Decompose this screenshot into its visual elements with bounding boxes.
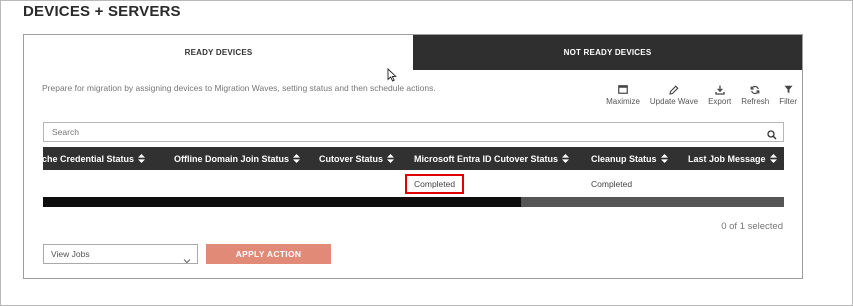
maximize-label: Maximize (606, 97, 640, 106)
maximize-icon (618, 84, 628, 95)
download-icon (714, 84, 725, 95)
sort-icon (293, 154, 301, 163)
update-wave-label: Update Wave (649, 97, 699, 106)
column-header-last-job-message[interactable]: Last Job Message (688, 147, 777, 170)
search-input[interactable] (44, 123, 759, 141)
tab-bar: READY DEVICES NOT READY DEVICES (24, 35, 802, 70)
column-header-cache-credential-status[interactable]: ache Credential Status (43, 147, 146, 170)
export-button[interactable]: Export (703, 84, 736, 108)
filter-label: Filter (779, 97, 797, 106)
column-header-cleanup-status[interactable]: Cleanup Status (591, 147, 668, 170)
edit-icon (669, 84, 679, 95)
update-wave-button[interactable]: Update Wave (645, 84, 703, 108)
search-bar (43, 122, 784, 142)
cell-cleanup-status: Completed (591, 178, 633, 189)
column-header-offline-domain-join-status[interactable]: Offline Domain Join Status (174, 147, 301, 170)
chevron-down-icon (183, 251, 191, 269)
column-header-label: Offline Domain Join Status (174, 153, 290, 164)
sort-icon (660, 154, 668, 163)
highlighted-status: Completed (405, 173, 465, 194)
maximize-button[interactable]: Maximize (601, 84, 645, 108)
tab-not-ready-devices[interactable]: NOT READY DEVICES (413, 35, 802, 70)
scrollbar-thumb[interactable] (43, 197, 521, 207)
table-toolbar: Maximize Update Wave Export Refresh Filt… (601, 84, 802, 108)
sort-icon (387, 154, 395, 163)
refresh-label: Refresh (741, 97, 770, 106)
page-title: DEVICES + SERVERS (23, 3, 181, 20)
panel-description: Prepare for migration by assigning devic… (42, 83, 436, 93)
table-header: ache Credential Status Offline Domain Jo… (43, 147, 784, 170)
column-header-label: ache Credential Status (43, 153, 135, 164)
column-header-microsoft-entra-id-cutover-status[interactable]: Microsoft Entra ID Cutover Status (414, 147, 570, 170)
sort-icon (769, 154, 777, 163)
column-header-label: Cutover Status (319, 153, 384, 164)
horizontal-scrollbar[interactable] (43, 197, 784, 207)
selection-count: 0 of 1 selected (721, 221, 783, 232)
tab-ready-devices[interactable]: READY DEVICES (24, 35, 413, 70)
column-header-label: Microsoft Entra ID Cutover Status (414, 153, 559, 164)
search-icon[interactable] (767, 127, 777, 145)
action-select[interactable]: View Jobs (43, 244, 198, 264)
refresh-icon (750, 84, 760, 95)
action-select-value: View Jobs (51, 249, 90, 259)
refresh-button[interactable]: Refresh (736, 84, 774, 108)
filter-icon (784, 84, 793, 95)
column-header-cutover-status[interactable]: Cutover Status (319, 147, 395, 170)
sort-icon (562, 154, 570, 163)
sort-icon (138, 154, 146, 163)
devices-panel: READY DEVICES NOT READY DEVICES Prepare … (23, 34, 803, 279)
export-label: Export (708, 97, 732, 106)
cell-entra-id-cutover-status: Completed (405, 170, 465, 197)
filter-button[interactable]: Filter (774, 84, 802, 108)
column-header-label: Last Job Message (688, 153, 766, 164)
column-header-label: Cleanup Status (591, 153, 657, 164)
apply-action-button[interactable]: APPLY ACTION (206, 244, 331, 264)
mouse-cursor-icon (387, 68, 397, 82)
table-row[interactable]: Completed Completed (43, 170, 784, 197)
devices-table: ache Credential Status Offline Domain Jo… (43, 147, 784, 208)
